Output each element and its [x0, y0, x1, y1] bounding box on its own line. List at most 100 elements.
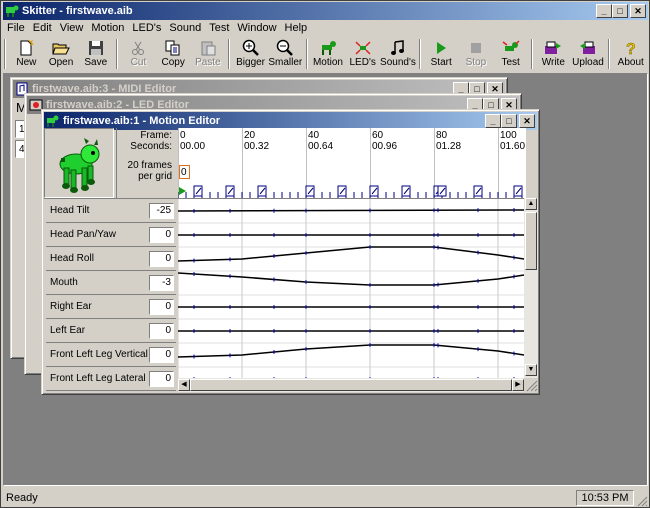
leds-button[interactable]: LED's [345, 37, 380, 71]
menu-motion[interactable]: Motion [87, 20, 128, 36]
size-grip[interactable] [524, 378, 538, 392]
vertical-scrollbar[interactable]: ▲ ▼ [524, 198, 538, 378]
track-row[interactable]: Head Tilt -25 [46, 199, 176, 223]
scroll-left-button[interactable]: ◀ [178, 379, 190, 391]
about-button[interactable]: ? About [613, 37, 648, 71]
menu-file[interactable]: File [3, 20, 29, 36]
track-value-input[interactable]: 0 [149, 370, 174, 387]
seconds-label: Seconds: [130, 141, 172, 152]
frame-label: Frame: [140, 130, 172, 141]
menu-sound[interactable]: Sound [165, 20, 205, 36]
test-button[interactable]: Test [493, 37, 528, 71]
zoom-out-icon [277, 39, 294, 56]
motion-editor-window[interactable]: firstwave.aib:1 - Motion Editor _ □ ✕ Fr… [41, 109, 540, 395]
toolbar-separator [418, 39, 421, 69]
motion-label: Motion [312, 57, 343, 68]
ruler-seconds-label: 00.64 [308, 141, 334, 152]
motion-curves-area[interactable] [178, 198, 524, 378]
playhead-start-marker[interactable] [179, 187, 186, 195]
horizontal-scrollbar[interactable]: ◀ ▶ [178, 378, 524, 392]
toolbar-separator [116, 39, 119, 69]
open-button[interactable]: Open [44, 37, 79, 71]
music-note-icon [390, 40, 404, 55]
track-row[interactable]: Front Left Leg Vertical 0 [46, 343, 176, 367]
motion-close-button[interactable]: ✕ [519, 114, 535, 128]
track-row[interactable]: Left Ear 0 [46, 319, 176, 343]
robot-preview-panel [44, 128, 114, 198]
menu-view[interactable]: View [56, 20, 88, 36]
write-button[interactable]: Write [536, 37, 571, 71]
stop-icon [470, 43, 481, 53]
floppy-disk-icon [88, 41, 103, 55]
track-value-input[interactable]: 0 [149, 250, 174, 267]
menu-test[interactable]: Test [205, 20, 233, 36]
horizontal-scroll-thumb[interactable] [190, 379, 512, 391]
track-value-input[interactable]: -3 [149, 274, 174, 291]
smaller-button[interactable]: Smaller [268, 37, 303, 71]
save-label: Save [84, 57, 108, 68]
cut-button[interactable]: Cut [121, 37, 156, 71]
new-button[interactable]: New [9, 37, 44, 71]
copy-button[interactable]: Copy [156, 37, 191, 71]
smaller-label: Smaller [268, 57, 303, 68]
start-button[interactable]: Start [424, 37, 459, 71]
open-folder-icon [52, 43, 70, 55]
track-name: Front Left Leg Lateral [50, 373, 146, 384]
leds-label: LED's [349, 57, 376, 68]
close-button[interactable]: ✕ [630, 4, 646, 18]
toolbar: New Open Save Cut Copy Paste Bigger Smal… [3, 37, 648, 71]
ruler-seconds-label: 00.32 [244, 141, 270, 152]
motion-maximize-button[interactable]: □ [501, 114, 517, 128]
motion-minimize-button[interactable]: _ [485, 114, 501, 128]
upload-icon [580, 41, 596, 54]
mdi-workspace: firstwave.aib:3 - MIDI Editor _ □ ✕ M 1 … [3, 73, 648, 486]
track-value-input[interactable]: 0 [149, 322, 174, 339]
help-question-icon: ? [625, 41, 636, 56]
write-icon [545, 41, 562, 54]
bigger-label: Bigger [236, 57, 266, 68]
scroll-up-button[interactable]: ▲ [525, 198, 537, 210]
ruler-seconds-label: 00.96 [372, 141, 398, 152]
maximize-button[interactable]: □ [612, 4, 628, 18]
clipboard-icon [201, 41, 216, 56]
track-row[interactable]: Mouth -3 [46, 271, 176, 295]
menu-help[interactable]: Help [281, 20, 312, 36]
save-button[interactable]: Save [78, 37, 113, 71]
play-icon [437, 42, 447, 54]
ruler-seconds-label: 00.00 [180, 141, 206, 152]
track-row[interactable]: Head Roll 0 [46, 247, 176, 271]
scroll-down-button[interactable]: ▼ [525, 364, 537, 376]
svg-text:?: ? [626, 41, 636, 56]
motion-icon [321, 41, 336, 55]
ruler-frame-label: 100 [500, 130, 517, 141]
menu-edit[interactable]: Edit [29, 20, 56, 36]
track-name: Front Left Leg Vertical [50, 349, 148, 360]
vertical-scroll-thumb[interactable] [525, 212, 537, 270]
toolbar-separator [305, 39, 308, 69]
grid-frames-input[interactable]: 0 [179, 165, 190, 179]
scissors-icon [132, 41, 145, 55]
track-row[interactable]: Front Left Leg Lateral 0 [46, 367, 176, 391]
bigger-button[interactable]: Bigger [233, 37, 268, 71]
scroll-right-button[interactable]: ▶ [512, 379, 524, 391]
track-value-input[interactable]: 0 [149, 346, 174, 363]
minimize-button[interactable]: _ [596, 4, 612, 18]
track-value-input[interactable]: -25 [149, 202, 174, 219]
stop-button[interactable]: Stop [459, 37, 494, 71]
grid-label-line2: per grid [138, 171, 172, 182]
menu-leds[interactable]: LED's [128, 20, 165, 36]
menu-window[interactable]: Window [233, 20, 280, 36]
track-value-input[interactable]: 0 [149, 226, 174, 243]
status-size-grip-icon [637, 496, 648, 507]
write-label: Write [541, 57, 565, 68]
upload-button[interactable]: Upload [571, 37, 606, 71]
track-row[interactable]: Head Pan/Yaw 0 [46, 223, 176, 247]
test-icon [502, 40, 520, 51]
paste-button[interactable]: Paste [191, 37, 226, 71]
motion-button[interactable]: Motion [311, 37, 346, 71]
sounds-button[interactable]: Sound's [380, 37, 416, 71]
track-row[interactable]: Right Ear 0 [46, 295, 176, 319]
skitter-app-window: Skitter - firstwave.aib _ □ ✕ File Edit … [0, 0, 650, 508]
track-value-input[interactable]: 0 [149, 298, 174, 315]
timeline-header-labels: Frame: Seconds: 20 frames per grid [116, 128, 176, 198]
